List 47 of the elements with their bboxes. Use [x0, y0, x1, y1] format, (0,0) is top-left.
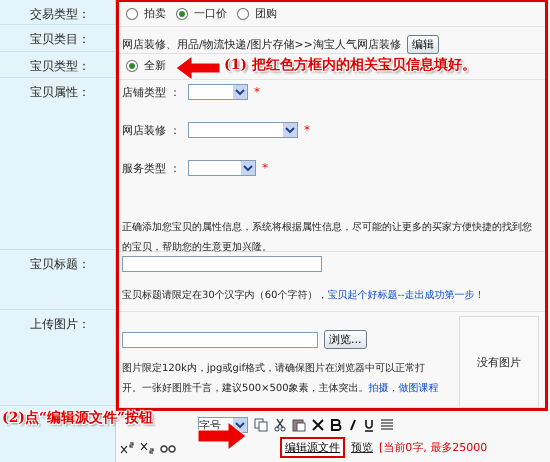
field-label: 网店装修 ：: [122, 122, 182, 138]
copy-icon[interactable]: [254, 418, 268, 432]
delete-icon[interactable]: [312, 419, 324, 431]
radio-button[interactable]: [176, 8, 188, 20]
subscript-icon[interactable]: [140, 442, 154, 454]
annotation-text: (1) 把红色方框内的相关宝贝信息填好。: [224, 56, 476, 74]
italic-icon[interactable]: [348, 419, 358, 431]
browse-button[interactable]: 浏览...: [324, 330, 366, 349]
radio-button[interactable]: [237, 8, 249, 20]
field-label: 服务类型 ：: [122, 160, 182, 176]
title-field[interactable]: [122, 256, 322, 272]
radio-label: 一口价: [194, 6, 227, 21]
file-field[interactable]: [122, 332, 318, 348]
align-icon[interactable]: [380, 419, 394, 431]
annotation-text: (2)点“编辑源文件”按钮: [2, 409, 154, 427]
row-label: 宝贝类目：: [30, 32, 90, 46]
tips-link[interactable]: 宝贝起个好标题--走出成功第一步！: [327, 290, 485, 301]
bold-icon[interactable]: [330, 419, 342, 431]
field-label: 店铺类型 ：: [122, 84, 182, 100]
radio-button[interactable]: [126, 60, 138, 72]
row-label: 上传图片：: [30, 317, 90, 331]
underline-icon[interactable]: [364, 418, 374, 432]
hint-text: 正确添加您宝贝的属性信息，系统将根据属性信息，尽可能的让更多的买家方便快捷的找到您的宝贝，帮助您的生意更加兴隆。: [122, 220, 533, 255]
radio-label: 拍卖: [144, 6, 166, 21]
hint-text: 宝贝标题请限定在30个汉字内（60个字符），宝贝起个好标题--走出成功第一步！: [122, 288, 486, 303]
radio-button[interactable]: [126, 8, 138, 20]
edit-source-button[interactable]: 编辑源文件: [280, 437, 345, 458]
row-label: 宝贝属性：: [30, 85, 90, 99]
cut-icon[interactable]: [274, 418, 286, 432]
superscript-icon[interactable]: [120, 442, 134, 454]
preview-link[interactable]: 预览: [351, 440, 373, 455]
required-mark: *: [304, 123, 310, 137]
row-label: 宝贝类型：: [30, 59, 90, 73]
row-label: 宝贝标题：: [30, 257, 90, 271]
character-counter: [当前0字, 最多25000: [379, 440, 488, 455]
required-mark: *: [262, 161, 268, 175]
hint-text: 图片限定120k内，jpg或gif格式，请确保图片在浏览器中可以正常打开。一张好图胜千言，建议500×500象素，主体突出。拍摄，做图课程: [122, 362, 440, 396]
radio-label: 团购: [255, 6, 277, 21]
course-link[interactable]: 拍摄，做图课程: [368, 383, 439, 394]
row-label: 交易类型：: [30, 7, 90, 21]
required-mark: *: [254, 85, 260, 99]
image-preview-panel: 没有图片: [459, 316, 539, 408]
edit-button[interactable]: 编辑: [406, 35, 439, 54]
dropdown[interactable]: [188, 84, 248, 100]
paste-icon[interactable]: [292, 418, 306, 432]
category-path: 网店装修、用品/物流快递/图片存储>>淘宝人气网店装修: [122, 37, 401, 52]
radio-label: 全新: [144, 58, 166, 73]
